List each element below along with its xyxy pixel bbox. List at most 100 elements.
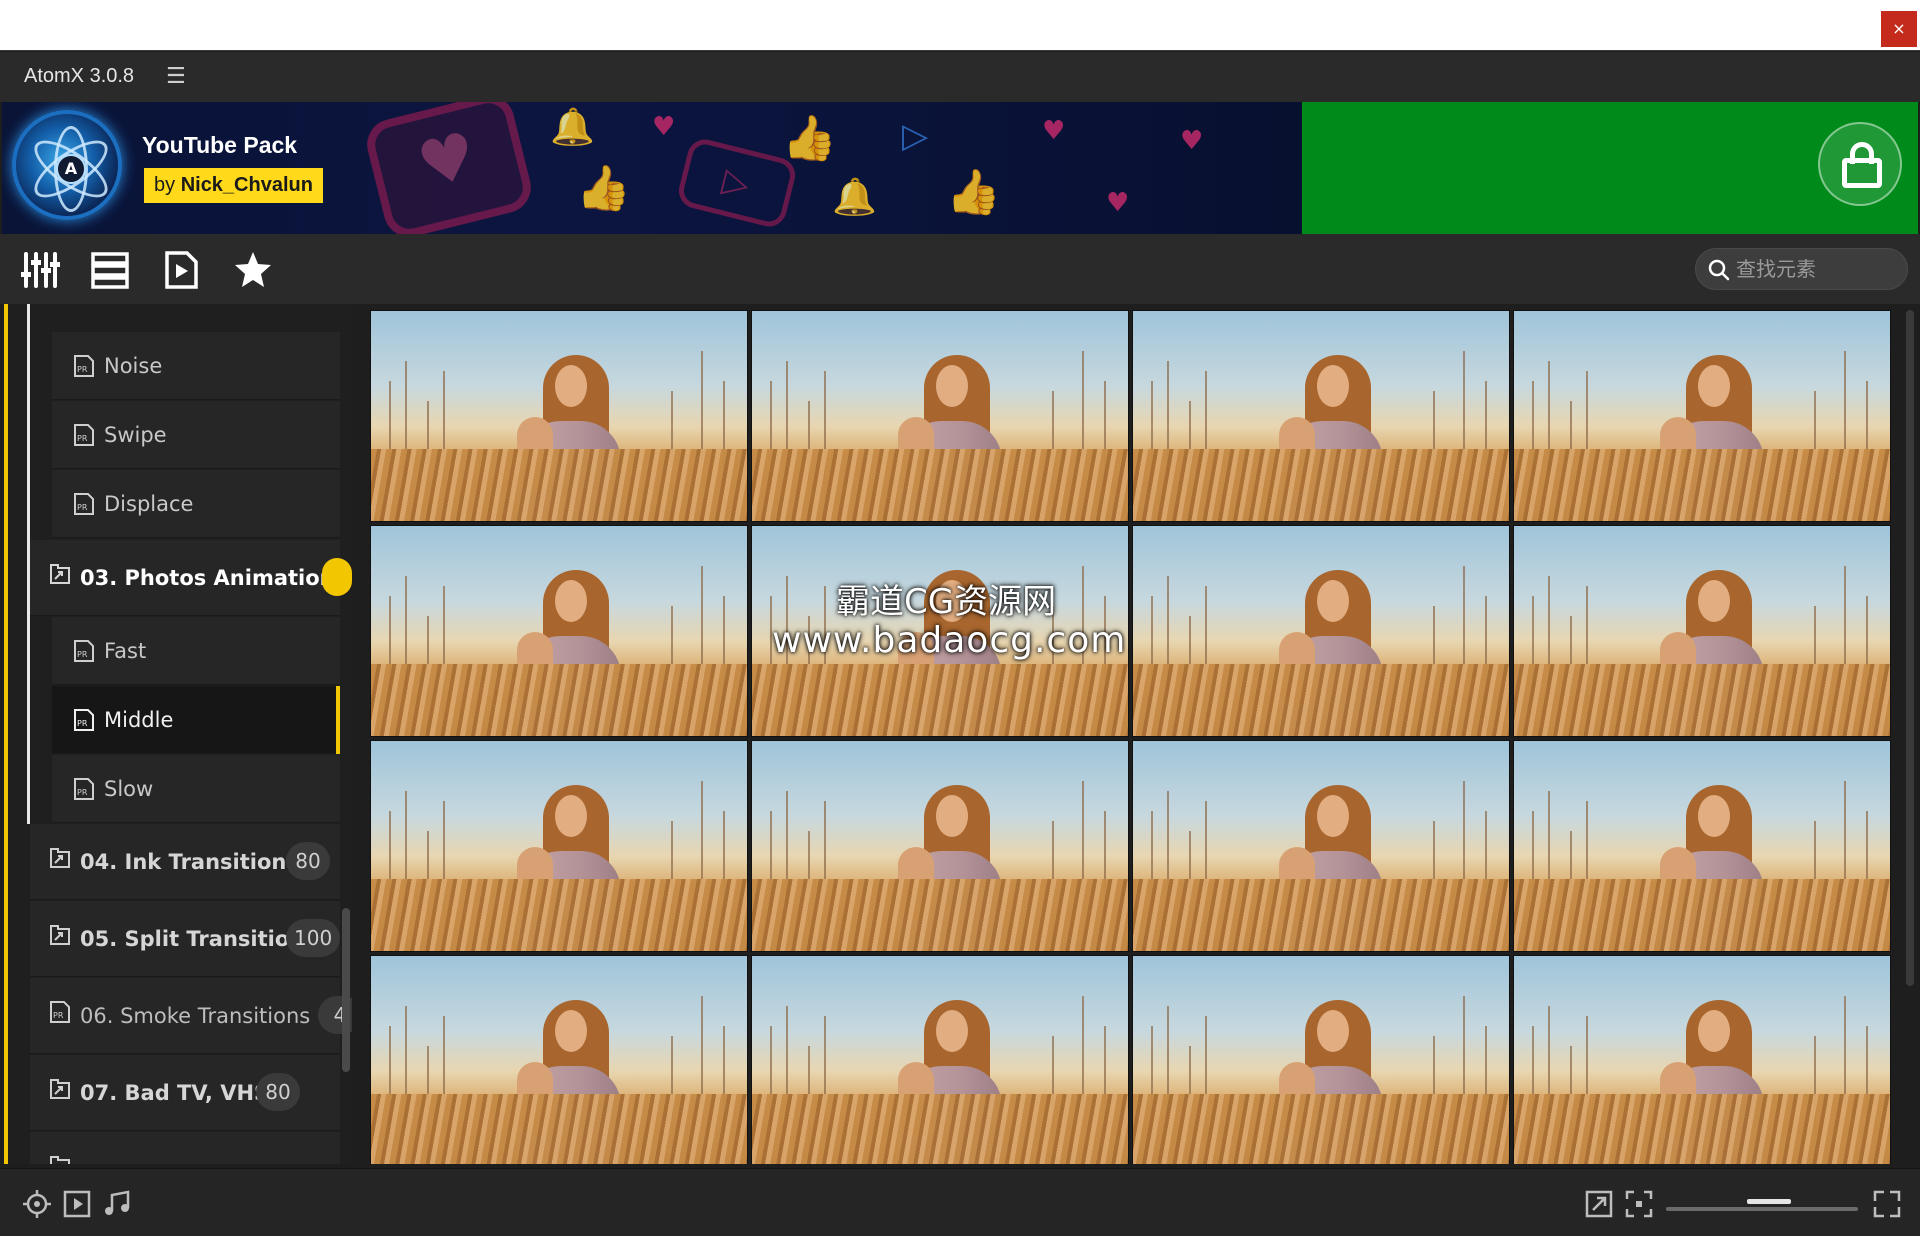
thumbnail-grass bbox=[1514, 879, 1890, 951]
grass-stalk bbox=[1463, 351, 1465, 461]
video-icon[interactable] bbox=[62, 1189, 92, 1219]
fit-frame-icon[interactable] bbox=[1624, 1189, 1654, 1219]
preset-thumbnail[interactable] bbox=[1132, 310, 1510, 522]
sidebar-folder-partial[interactable] bbox=[30, 1132, 340, 1164]
sidebar-item-middle[interactable]: PR Middle bbox=[52, 686, 340, 754]
heart-decoration: ♥ bbox=[1042, 116, 1066, 146]
fullscreen-icon[interactable] bbox=[1872, 1189, 1902, 1219]
preset-thumbnail[interactable] bbox=[1132, 740, 1510, 952]
sidebar-folder-split-transition[interactable]: 05. Split Transition 100 bbox=[30, 901, 341, 977]
preset-thumbnail[interactable] bbox=[370, 310, 748, 522]
app-title: AtomX 3.0.8 bbox=[24, 65, 135, 87]
svg-text:PR: PR bbox=[77, 434, 88, 443]
sidebar-folder-photos-animation[interactable]: 03. Photos Animation bbox=[30, 540, 352, 616]
sidebar-folder-label: 03. Photos Animation bbox=[80, 566, 335, 590]
preset-thumbnail[interactable] bbox=[751, 955, 1129, 1164]
sidebar-item-fast[interactable]: PR Fast bbox=[52, 617, 340, 685]
shopping-bag-button[interactable] bbox=[1818, 122, 1902, 206]
thumbnail-grass bbox=[1133, 664, 1509, 736]
sidebar-folder-smoke-transitions[interactable]: PR 06. Smoke Transitions 4 bbox=[30, 978, 352, 1054]
thumbnail-grass bbox=[752, 664, 1128, 736]
author-name: Nick_Chvalun bbox=[180, 174, 313, 196]
media-file-icon[interactable] bbox=[161, 250, 201, 290]
os-title-bar: × bbox=[0, 0, 1920, 51]
bell-decoration: 🔔 bbox=[550, 107, 595, 148]
sidebar-folder-bad-tv-vhs[interactable]: 07. Bad TV, VHS 80 bbox=[30, 1055, 340, 1131]
sidebar-item-slow[interactable]: PR Slow bbox=[52, 755, 340, 823]
play-decoration: ▷ bbox=[902, 116, 929, 156]
heart-decoration: ♥ bbox=[1106, 188, 1130, 218]
hamburger-icon[interactable]: ☰ bbox=[166, 64, 186, 89]
watermark-text: 霸道CG资源网 bbox=[836, 582, 1057, 622]
grass-stalk bbox=[701, 566, 703, 676]
thumbnail-grass bbox=[371, 1094, 747, 1164]
grid-scrollbar[interactable] bbox=[1906, 310, 1914, 986]
heart-decoration: ♥ bbox=[652, 112, 676, 142]
thumbnail-grass bbox=[371, 879, 747, 951]
sidebar-item-swipe[interactable]: PR Swipe bbox=[52, 401, 340, 469]
shopping-bag-icon bbox=[1842, 158, 1882, 188]
logo-letter: A bbox=[56, 154, 86, 184]
music-note-icon[interactable] bbox=[102, 1189, 132, 1219]
grass-stalk bbox=[701, 996, 703, 1106]
export-icon[interactable] bbox=[1584, 1189, 1614, 1219]
preset-thumbnail[interactable] bbox=[1513, 525, 1891, 737]
pack-banner: 🔔 ♥ 👍 👍 🔔 ▷ 👍 ♥ ♥ ♥ A YouTube Pack by Ni… bbox=[2, 102, 1302, 234]
thumbnail-figure bbox=[1317, 795, 1349, 837]
grass-stalk bbox=[701, 781, 703, 891]
thumbnail-figure bbox=[1317, 1010, 1349, 1052]
thumbnail-figure bbox=[555, 1010, 587, 1052]
author-prefix: by bbox=[154, 174, 176, 196]
heart-decoration bbox=[361, 102, 537, 234]
list-view-icon[interactable] bbox=[90, 250, 130, 290]
target-icon[interactable] bbox=[22, 1189, 52, 1219]
thumbnail-grass bbox=[752, 879, 1128, 951]
thumbnail-figure bbox=[555, 365, 587, 407]
preset-thumbnail[interactable] bbox=[370, 955, 748, 1164]
sidebar-item-label: Slow bbox=[104, 777, 154, 801]
folder-count-badge: 80 bbox=[256, 1073, 300, 1111]
sidebar-item-noise[interactable]: PR Noise bbox=[52, 332, 340, 400]
window-close-button[interactable]: × bbox=[1881, 11, 1917, 47]
main-toolbar bbox=[0, 234, 1920, 304]
preset-thumbnail[interactable] bbox=[1513, 955, 1891, 1164]
preset-thumbnail[interactable] bbox=[751, 740, 1129, 952]
sidebar-folder-label: 06. Smoke Transitions bbox=[80, 1004, 311, 1028]
zoom-slider-thumb[interactable] bbox=[1747, 1199, 1791, 1204]
premiere-file-icon: PR bbox=[74, 424, 94, 446]
pack-title: YouTube Pack bbox=[142, 132, 298, 158]
sidebar-item-label: Displace bbox=[104, 492, 194, 516]
preset-thumbnail[interactable] bbox=[370, 525, 748, 737]
thumbnail-grass bbox=[371, 449, 747, 521]
favorites-star-icon[interactable] bbox=[233, 250, 273, 290]
bottom-bar bbox=[0, 1168, 1920, 1236]
sliders-icon[interactable] bbox=[20, 250, 60, 290]
preset-thumbnail[interactable] bbox=[1132, 525, 1510, 737]
thumbnail-grass bbox=[1133, 449, 1509, 521]
premiere-file-icon: PR bbox=[74, 355, 94, 377]
sidebar-item-label: Fast bbox=[104, 639, 147, 663]
preset-thumbnail[interactable] bbox=[1513, 740, 1891, 952]
sidebar-active-indicator bbox=[4, 304, 8, 1164]
like-decoration: 👍 bbox=[946, 167, 1001, 218]
atomx-logo: A bbox=[12, 110, 122, 220]
preset-thumbnail[interactable] bbox=[1513, 310, 1891, 522]
sidebar-item-displace[interactable]: PR Displace bbox=[52, 470, 340, 538]
sidebar-folder-ink-transitions[interactable]: 04. Ink Transitions 80 bbox=[30, 824, 340, 900]
svg-text:PR: PR bbox=[77, 788, 88, 797]
sidebar-scrollbar[interactable] bbox=[342, 908, 350, 1072]
preset-thumbnail[interactable] bbox=[370, 740, 748, 952]
search-box[interactable] bbox=[1695, 248, 1908, 290]
sidebar-folder-label: 07. Bad TV, VHS bbox=[80, 1081, 270, 1105]
sidebar-folder-label: 05. Split Transition bbox=[80, 927, 305, 951]
thumbnail-figure bbox=[936, 1010, 968, 1052]
search-input[interactable] bbox=[1736, 249, 1901, 289]
preset-thumbnail[interactable] bbox=[1132, 955, 1510, 1164]
preset-thumbnail[interactable] bbox=[751, 310, 1129, 522]
zoom-slider-track[interactable] bbox=[1666, 1207, 1858, 1211]
thumbnail-grass bbox=[1133, 1094, 1509, 1164]
folder-count-badge bbox=[322, 558, 352, 596]
grass-stalk bbox=[1082, 781, 1084, 891]
sidebar-item-label: Noise bbox=[104, 354, 163, 378]
grass-stalk bbox=[1082, 351, 1084, 461]
